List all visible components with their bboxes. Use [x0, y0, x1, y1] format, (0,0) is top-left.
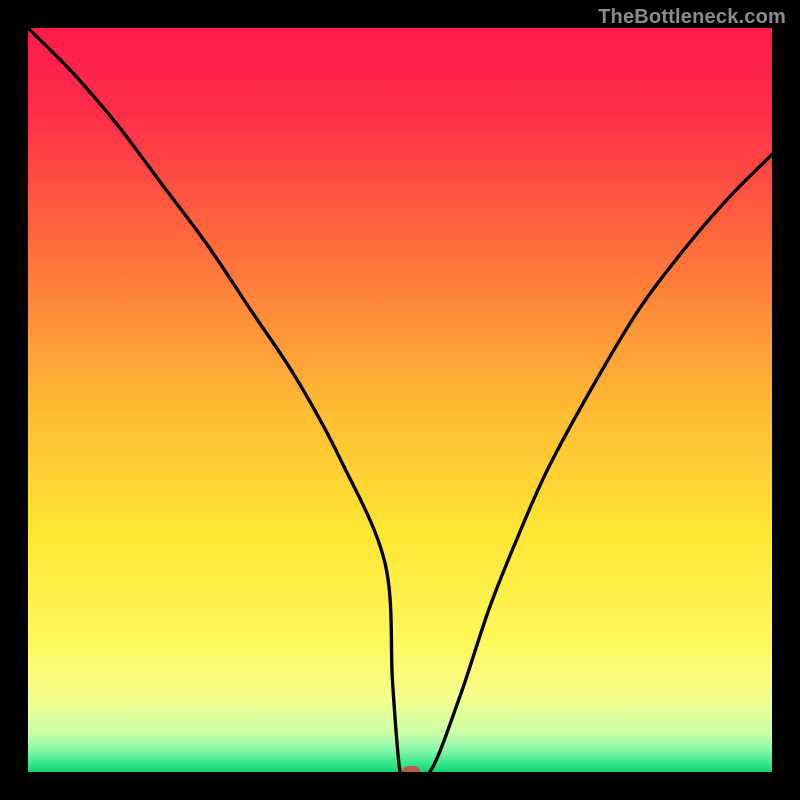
bottleneck-curve: [28, 28, 772, 772]
plot-area: [28, 28, 772, 772]
attribution-label: TheBottleneck.com: [598, 6, 786, 29]
chart-frame: TheBottleneck.com: [0, 0, 800, 800]
optimal-point-marker: [402, 766, 420, 772]
